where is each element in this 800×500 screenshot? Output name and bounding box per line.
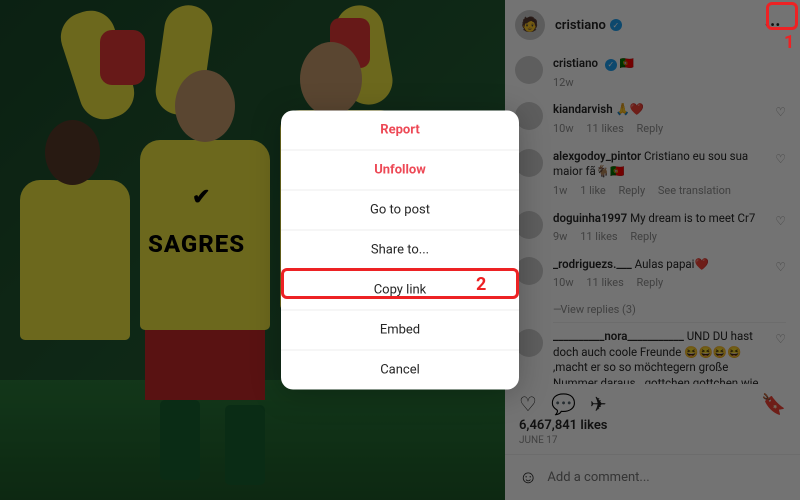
modal-unfollow-button[interactable]: Unfollow xyxy=(281,150,519,190)
options-modal: Report Unfollow Go to post Share to... C… xyxy=(281,111,519,390)
modal-copy-link-button[interactable]: Copy link xyxy=(281,270,519,310)
modal-cancel-button[interactable]: Cancel xyxy=(281,350,519,390)
modal-go-to-post-button[interactable]: Go to post xyxy=(281,190,519,230)
modal-report-button[interactable]: Report xyxy=(281,111,519,150)
modal-embed-button[interactable]: Embed xyxy=(281,310,519,350)
modal-share-to-button[interactable]: Share to... xyxy=(281,230,519,270)
